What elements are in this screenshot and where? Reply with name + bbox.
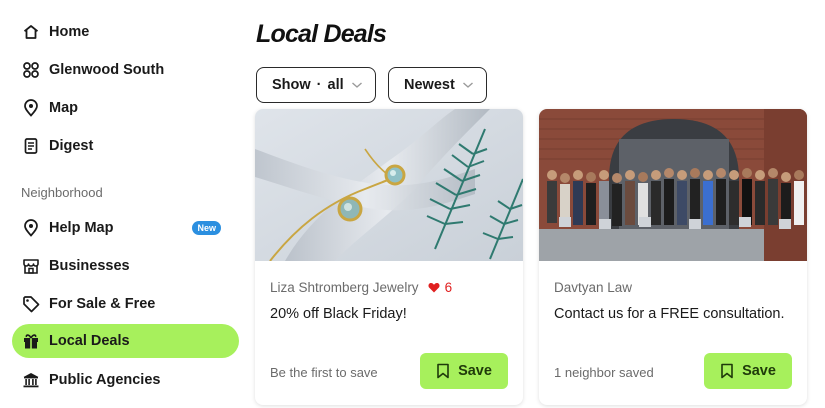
save-button-label: Save xyxy=(458,363,492,379)
sidebar-item-glenwood-south[interactable]: Glenwood South xyxy=(12,53,239,87)
new-badge: New xyxy=(192,221,221,235)
sidebar-item-help-map[interactable]: Help Map New xyxy=(12,211,239,245)
save-button-label: Save xyxy=(742,363,776,379)
sidebar-item-label: Home xyxy=(49,24,90,40)
tag-icon xyxy=(22,295,40,313)
show-filter-dropdown[interactable]: Show · all xyxy=(256,67,376,103)
deal-card[interactable]: Davtyan Law Contact us for a FREE consul… xyxy=(539,109,807,405)
save-count: Be the first to save xyxy=(270,365,378,380)
business-name-text: Liza Shtromberg Jewelry xyxy=(270,280,419,295)
show-filter-separator: · xyxy=(316,77,322,93)
likes-number: 6 xyxy=(444,280,453,295)
sidebar-item-for-sale-free[interactable]: For Sale & Free xyxy=(12,287,239,321)
show-filter-value: all xyxy=(327,77,344,93)
sidebar-item-home[interactable]: Home xyxy=(12,15,239,49)
gift-icon xyxy=(22,332,40,350)
storefront-icon xyxy=(22,257,40,275)
show-filter-label: Show xyxy=(272,77,311,93)
sidebar-item-map[interactable]: Map xyxy=(12,91,239,125)
page-title: Local Deals xyxy=(256,20,387,48)
sidebar-item-label: Glenwood South xyxy=(49,62,165,78)
sidebar: Home Glenwood South Map Digest Neighborh… xyxy=(0,0,245,408)
sidebar-section-title: Neighborhood xyxy=(21,185,103,200)
sidebar-item-label: Digest xyxy=(49,138,94,154)
sidebar-item-local-deals[interactable]: Local Deals xyxy=(12,324,239,358)
save-button[interactable]: Save xyxy=(420,353,508,389)
deal-offer: Contact us for a FREE consultation. xyxy=(554,306,785,322)
chevron-down-icon xyxy=(351,81,363,89)
save-count: 1 neighbor saved xyxy=(554,365,654,380)
home-icon xyxy=(22,23,40,41)
business-name[interactable]: Liza Shtromberg Jewelry 6 xyxy=(270,280,452,295)
sidebar-item-businesses[interactable]: Businesses xyxy=(12,249,239,283)
map-pin-icon xyxy=(22,99,40,117)
deal-photo[interactable] xyxy=(539,109,807,261)
deal-photo[interactable] xyxy=(255,109,523,261)
sidebar-item-label: Local Deals xyxy=(49,333,130,349)
bookmark-icon xyxy=(721,363,733,379)
government-building-icon xyxy=(22,371,40,389)
sidebar-item-label: For Sale & Free xyxy=(49,296,156,312)
sidebar-item-label: Map xyxy=(49,100,78,116)
business-name-text: Davtyan Law xyxy=(554,280,633,295)
save-button[interactable]: Save xyxy=(704,353,792,389)
sort-value: Newest xyxy=(404,77,455,93)
sidebar-item-public-agencies[interactable]: Public Agencies xyxy=(12,363,239,397)
sidebar-item-label: Help Map xyxy=(49,220,114,236)
sidebar-item-digest[interactable]: Digest xyxy=(12,129,239,163)
deal-card[interactable]: Liza Shtromberg Jewelry 6 20% off Black … xyxy=(255,109,523,405)
map-pin-icon xyxy=(22,219,40,237)
likes-count: 6 xyxy=(428,280,453,295)
neighborhood-icon xyxy=(22,61,40,79)
sidebar-item-label: Businesses xyxy=(49,258,130,274)
digest-icon xyxy=(22,137,40,155)
bookmark-icon xyxy=(437,363,449,379)
sort-dropdown[interactable]: Newest xyxy=(388,67,487,103)
heart-icon xyxy=(428,283,440,293)
deal-offer: 20% off Black Friday! xyxy=(270,306,407,322)
chevron-down-icon xyxy=(462,81,474,89)
sidebar-item-label: Public Agencies xyxy=(49,372,161,388)
business-name[interactable]: Davtyan Law xyxy=(554,280,632,295)
